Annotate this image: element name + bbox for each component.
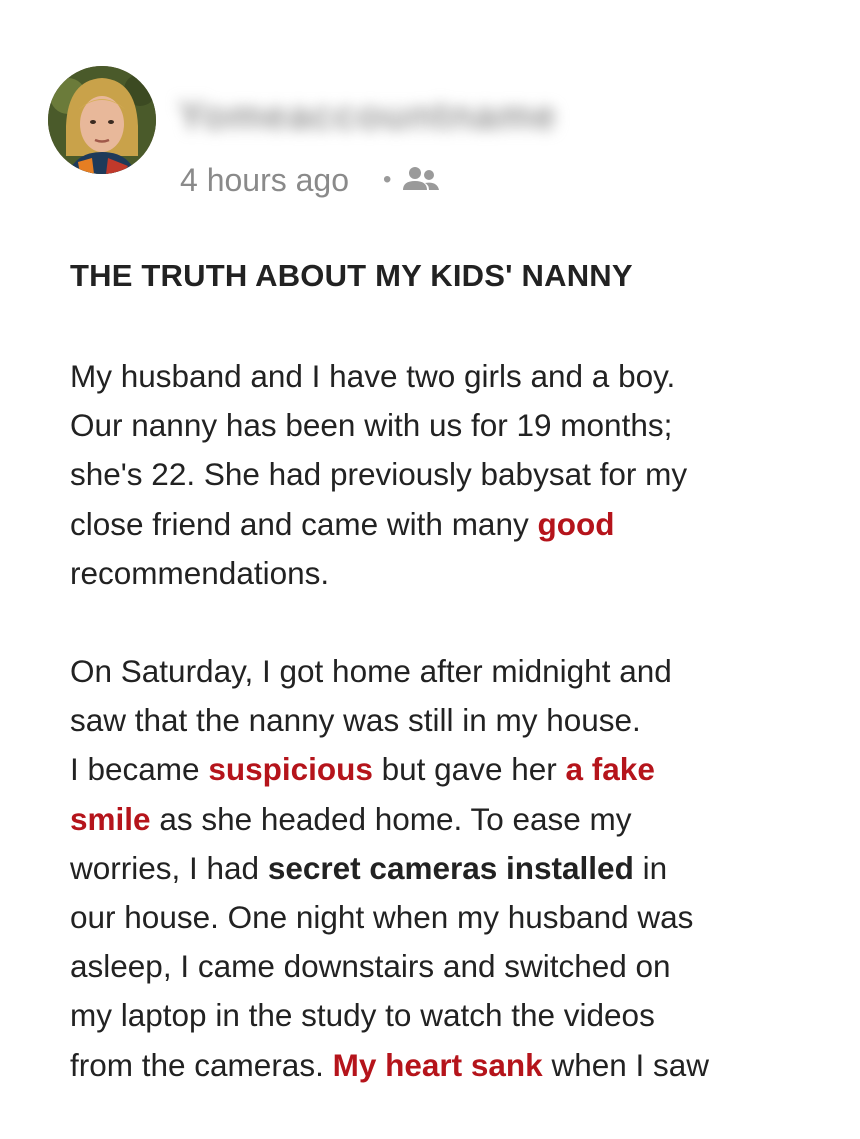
body-text-segment: On Saturday, I got home after midnight a… <box>70 653 672 690</box>
body-text-segment: asleep, I came downstairs and switched o… <box>70 948 671 985</box>
avatar-portrait <box>48 66 156 174</box>
post-timestamp[interactable]: 4 hours ago <box>180 162 349 199</box>
body-text-segment: saw that the nanny was still in my house… <box>70 702 641 739</box>
post-header: Yomeaccountname 4 hours ago • <box>48 66 808 206</box>
body-paragraph: On Saturday, I got home after midnight a… <box>70 647 840 1090</box>
post-body: My husband and I have two girls and a bo… <box>70 352 840 1139</box>
body-text-segment: my laptop in the study to watch the vide… <box>70 997 655 1034</box>
author-name[interactable]: Yomeaccountname <box>178 94 557 139</box>
body-text-segment: but gave her <box>372 751 566 788</box>
body-text-segment: Our nanny has been with us for 19 months… <box>70 407 673 444</box>
group-icon[interactable] <box>401 164 441 196</box>
body-line: she's 22. She had previously babysat for… <box>70 450 840 499</box>
highlight-text: My heart sank <box>332 1046 543 1083</box>
body-line: worries, I had secret cameras installed … <box>70 844 840 893</box>
body-text-segment: our house. One night when my husband was <box>70 899 694 936</box>
body-line: from the cameras. My heart sank when I s… <box>70 1041 840 1090</box>
body-line: my laptop in the study to watch the vide… <box>70 991 840 1040</box>
body-text-segment: I became <box>70 751 209 788</box>
meta-separator: • <box>383 166 392 193</box>
highlight-text: smile <box>70 800 151 837</box>
body-line: saw that the nanny was still in my house… <box>70 696 840 745</box>
body-text-segment: recommendations. <box>70 554 330 591</box>
body-text-segment: close friend and came with many <box>70 505 538 542</box>
body-line: asleep, I came downstairs and switched o… <box>70 942 840 991</box>
body-text-segment: as she headed home. To ease my <box>150 800 632 837</box>
highlight-text: good <box>537 505 615 542</box>
post-meta: 4 hours ago • <box>180 160 441 200</box>
body-text-segment: My husband and I have two girls and a bo… <box>70 358 676 394</box>
author-avatar[interactable] <box>48 66 156 174</box>
body-text-segment: she's 22. She had previously babysat for… <box>70 456 688 493</box>
body-line: On Saturday, I got home after midnight a… <box>70 647 840 696</box>
body-line: Our nanny has been with us for 19 months… <box>70 401 840 450</box>
body-text-segment: from the cameras. <box>70 1046 333 1083</box>
post-title: THE TRUTH ABOUT MY KIDS' NANNY <box>70 258 633 293</box>
bold-text: secret cameras installed <box>267 849 634 886</box>
body-text-segment: in <box>633 849 668 886</box>
body-text-segment: worries, I had <box>70 849 268 886</box>
highlight-text: suspicious <box>208 751 373 788</box>
body-line: I became suspicious but gave her a fake <box>70 745 840 794</box>
body-line: recommendations. <box>70 549 840 598</box>
highlight-text: a fake <box>565 751 655 788</box>
body-line: close friend and came with many good <box>70 500 840 549</box>
body-text-segment: when I saw <box>542 1046 710 1083</box>
body-paragraph: My husband and I have two girls and a bo… <box>70 352 840 598</box>
body-line: smile as she headed home. To ease my <box>70 795 840 844</box>
body-line: our house. One night when my husband was <box>70 893 840 942</box>
body-line: My husband and I have two girls and a bo… <box>70 352 840 401</box>
